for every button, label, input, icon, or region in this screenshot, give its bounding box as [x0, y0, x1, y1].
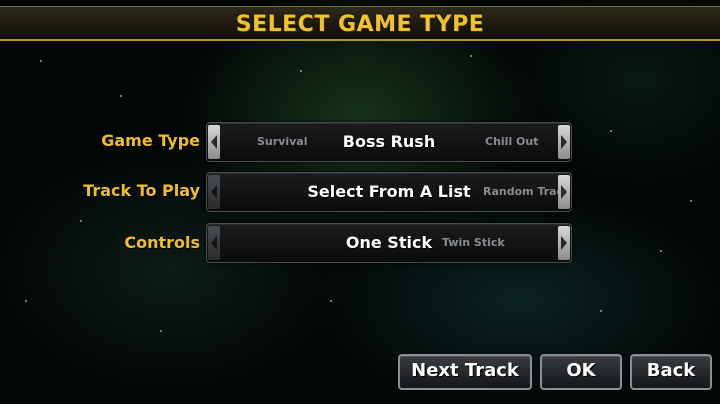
game-type-selected-value: Boss Rush	[342, 132, 436, 151]
track-to-play-selector[interactable]: Select From A List Random Track	[206, 172, 572, 212]
game-type-selector[interactable]: Survival Boss Rush Chill Out	[206, 122, 572, 162]
page-title: SELECT GAME TYPE	[235, 12, 485, 37]
chevron-left-icon[interactable]	[208, 125, 220, 159]
chevron-right-icon[interactable]	[558, 125, 570, 159]
controls-label: Controls	[124, 233, 200, 252]
game-type-option-chill-out: Chill Out	[485, 135, 539, 148]
controls-selector[interactable]: One Stick Twin Stick	[206, 223, 572, 263]
next-track-button[interactable]: Next Track	[398, 354, 532, 390]
chevron-left-icon[interactable]	[208, 175, 220, 209]
chevron-right-icon[interactable]	[558, 226, 570, 260]
track-to-play-selected-value: Select From A List	[307, 182, 471, 201]
ok-button[interactable]: OK	[540, 354, 622, 390]
track-to-play-label: Track To Play	[83, 181, 200, 200]
title-bar: SELECT GAME TYPE	[0, 6, 720, 41]
game-type-screen: SELECT GAME TYPE Game Type Survival Boss…	[0, 0, 720, 404]
chevron-left-icon[interactable]	[208, 226, 220, 260]
back-button[interactable]: Back	[630, 354, 712, 390]
chevron-right-icon[interactable]	[558, 175, 570, 209]
game-type-label: Game Type	[101, 131, 200, 150]
controls-option-twin-stick: Twin Stick	[442, 236, 505, 249]
